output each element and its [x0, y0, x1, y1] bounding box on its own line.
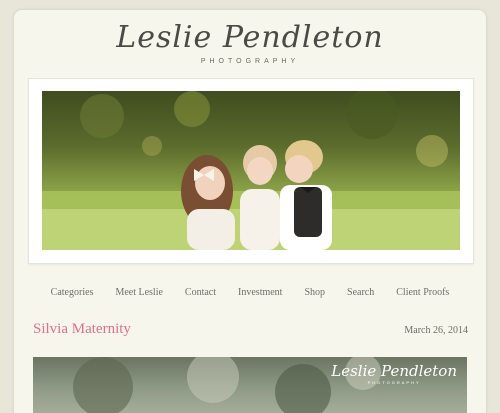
watermark-script: Leslie Pendleton: [331, 362, 457, 380]
post-date: March 26, 2014: [404, 325, 468, 336]
nav-item-shop[interactable]: Shop: [293, 287, 336, 298]
logo-script: Leslie Pendleton: [116, 20, 384, 55]
logo-subtitle: PHOTOGRAPHY: [200, 58, 300, 65]
watermark-subtitle: PHOTOGRAPHY: [367, 380, 421, 385]
nav-item-client-proofs[interactable]: Client Proofs: [385, 287, 460, 298]
nav-item-search[interactable]: Search: [336, 287, 385, 298]
hero-photo-illustration: [42, 91, 460, 250]
hero-frame: [28, 78, 474, 264]
nav-item-investment[interactable]: Investment: [227, 287, 293, 298]
nav-item-categories[interactable]: Categories: [40, 287, 105, 298]
nav-item-meet-leslie[interactable]: Meet Leslie: [104, 287, 173, 298]
hero-photo: [42, 91, 460, 250]
post-photo[interactable]: Leslie Pendleton PHOTOGRAPHY: [33, 357, 467, 413]
post-watermark: Leslie Pendleton PHOTOGRAPHY: [331, 362, 457, 386]
post-title[interactable]: Silvia Maternity: [33, 321, 131, 338]
main-nav: Categories Meet Leslie Contact Investmen…: [14, 287, 486, 298]
nav-item-contact[interactable]: Contact: [174, 287, 227, 298]
page-container: Leslie Pendleton PHOTOGRAPHY Categories …: [14, 10, 486, 413]
site-logo[interactable]: Leslie Pendleton PHOTOGRAPHY: [14, 20, 486, 65]
